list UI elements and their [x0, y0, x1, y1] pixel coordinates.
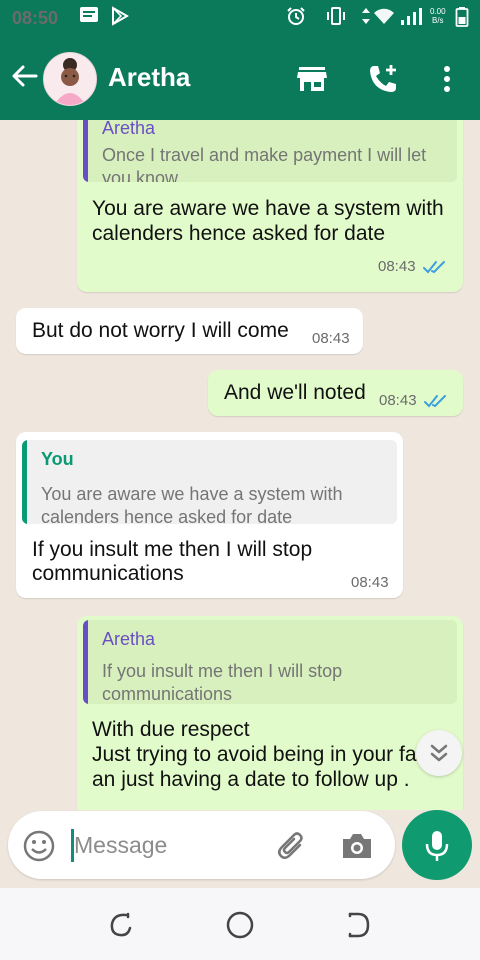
- message-text-line: calenders hence asked for date: [92, 222, 386, 245]
- read-ticks-icon: [423, 261, 445, 274]
- double-chevron-down-icon: [430, 744, 448, 762]
- add-call-icon[interactable]: [366, 62, 400, 96]
- message-composer: [8, 811, 395, 879]
- net-rate: 0.00 B/s: [430, 7, 446, 25]
- quote-bar: [83, 120, 88, 182]
- chat-header: Aretha: [0, 36, 480, 120]
- data-arrows-icon: [361, 6, 371, 31]
- message-text-line: an just having a date to follow up .: [92, 768, 410, 791]
- back-icon[interactable]: [344, 910, 374, 940]
- message-text-line: If you insult me then I will stop: [32, 538, 313, 561]
- message-text-line: And we'll noted: [224, 381, 366, 404]
- recent-apps-icon[interactable]: [106, 910, 136, 940]
- message-notification-icon: [79, 6, 99, 29]
- vibrate-icon: [325, 6, 347, 31]
- play-store-icon: [110, 6, 130, 31]
- message-bubble-outgoing[interactable]: Aretha Once I travel and make payment I …: [77, 120, 463, 292]
- avatar[interactable]: [43, 52, 97, 106]
- quote-text-line: If you insult me then I will stop: [102, 661, 343, 681]
- shop-icon[interactable]: [295, 62, 329, 96]
- quoted-message[interactable]: Aretha If you insult me then I will stop…: [83, 620, 457, 704]
- camera-icon[interactable]: [340, 831, 374, 861]
- message-input[interactable]: [74, 830, 274, 860]
- message-time: 08:43: [351, 574, 389, 591]
- system-nav-bar: [0, 888, 480, 960]
- quote-text-line: Once I travel and make payment I will le…: [102, 145, 427, 165]
- quote-text-line: you know: [102, 168, 179, 182]
- status-time: 08:50: [12, 8, 59, 28]
- quote-text-line: You are aware we have a system with: [41, 484, 343, 504]
- message-time: 08:43: [312, 330, 350, 347]
- message-bubble-incoming[interactable]: You You are aware we have a system with …: [16, 432, 403, 598]
- more-vert-icon[interactable]: [430, 62, 464, 96]
- attach-icon[interactable]: [275, 829, 309, 863]
- quote-author: You: [41, 449, 74, 469]
- quote-author: Aretha: [102, 629, 156, 649]
- message-time: 08:43: [378, 258, 416, 275]
- emoji-icon[interactable]: [22, 829, 56, 863]
- message-bubble-incoming[interactable]: But do not worry I will come 08:43: [16, 308, 363, 354]
- quoted-message[interactable]: You You are aware we have a system with …: [22, 440, 397, 524]
- message-text-line: But do not worry I will come: [32, 319, 289, 342]
- message-text-line: Just trying to avoid being in your fac: [92, 743, 428, 766]
- quoted-message[interactable]: Aretha Once I travel and make payment I …: [83, 120, 457, 182]
- back-arrow-icon[interactable]: [10, 60, 40, 92]
- net-rate-value: 0.00: [430, 7, 446, 16]
- quote-author: Aretha: [102, 120, 156, 138]
- message-bubble-outgoing[interactable]: And we'll noted 08:43: [208, 370, 463, 416]
- quote-bar: [83, 620, 88, 704]
- contact-name[interactable]: Aretha: [108, 62, 190, 93]
- battery-icon: [455, 6, 469, 33]
- quote-bar: [22, 440, 27, 524]
- quote-text-line: calenders hence asked for date: [41, 507, 293, 524]
- scroll-to-bottom-button[interactable]: [416, 730, 462, 776]
- chat-area[interactable]: Aretha Once I travel and make payment I …: [0, 120, 480, 810]
- message-time: 08:43: [379, 392, 417, 409]
- message-text-line: You are aware we have a system with: [92, 197, 444, 220]
- message-text-line: communications: [32, 562, 184, 585]
- signal-icon: [400, 6, 424, 31]
- status-bar: 08:50 0.00 B/s: [0, 0, 480, 36]
- wifi-icon: [373, 6, 395, 31]
- mic-button[interactable]: [402, 810, 472, 880]
- message-text-line: With due respect: [92, 718, 250, 741]
- alarm-icon: [286, 6, 306, 31]
- net-rate-unit: B/s: [432, 16, 444, 25]
- quote-text-line: communications: [102, 684, 233, 704]
- message-bubble-outgoing[interactable]: Aretha If you insult me then I will stop…: [77, 616, 463, 810]
- mic-icon: [425, 831, 449, 861]
- read-ticks-icon: [424, 395, 446, 408]
- home-icon[interactable]: [225, 910, 255, 940]
